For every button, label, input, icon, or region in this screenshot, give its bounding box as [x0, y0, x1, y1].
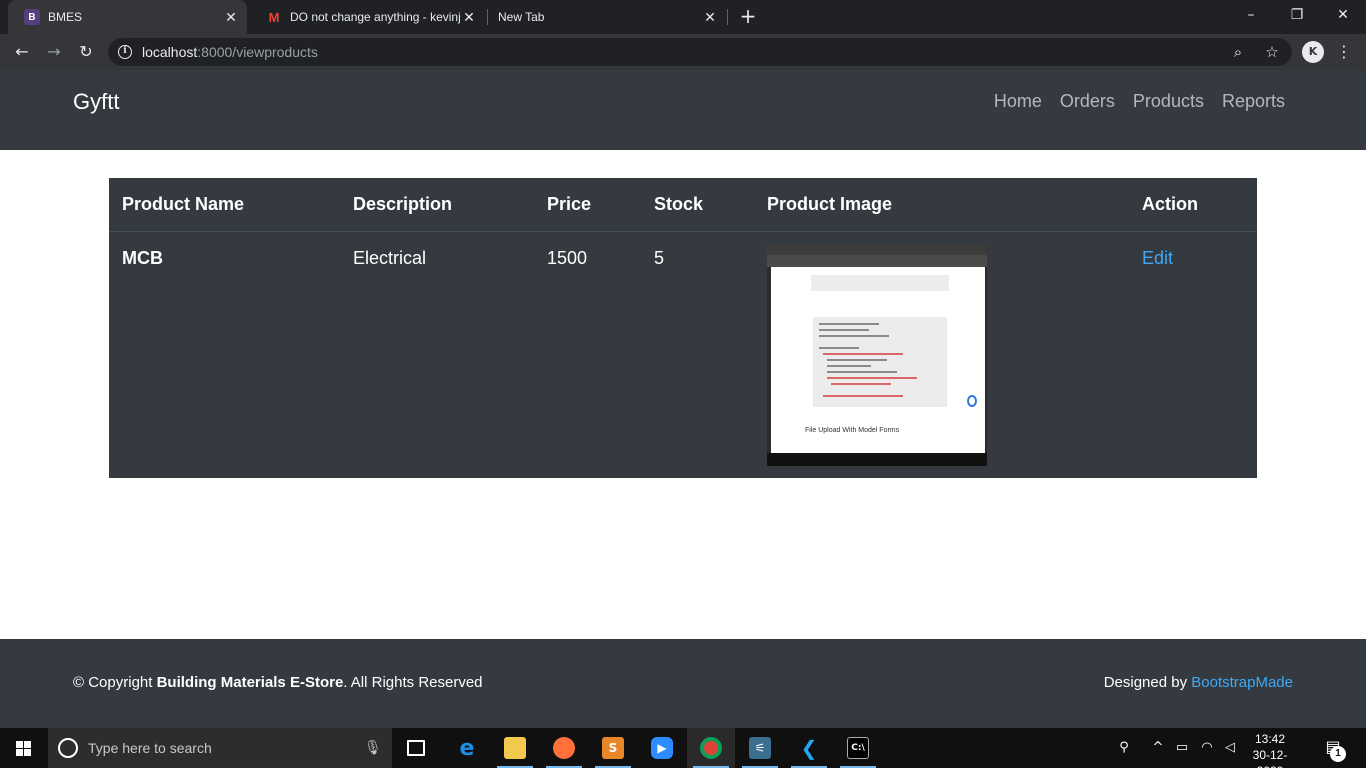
close-tab-icon[interactable]: ✕	[461, 9, 477, 25]
close-window-icon[interactable]: ✕	[1320, 0, 1366, 30]
product-name-cell: MCB	[122, 247, 163, 268]
zoom-app-icon[interactable]: ▶	[638, 728, 686, 768]
firefox-icon[interactable]	[540, 728, 588, 768]
col-product-name: Product Name	[109, 178, 340, 232]
product-image-thumbnail: File Upload With Model Forms	[767, 244, 987, 466]
wifi-icon[interactable]: ◠	[1196, 728, 1218, 768]
nav-orders[interactable]: Orders	[1060, 91, 1115, 112]
microphone-icon[interactable]: 🎙	[364, 738, 382, 758]
tab-gmail[interactable]: M DO not change anything - kevinj ✕	[250, 0, 485, 34]
forward-arrow-icon[interactable]: →	[42, 40, 66, 64]
restore-window-icon[interactable]: ❐	[1274, 0, 1320, 30]
close-tab-icon[interactable]: ✕	[702, 9, 718, 25]
credits-text: Designed by BootstrapMade	[1103, 674, 1293, 691]
file-explorer-icon[interactable]	[491, 728, 539, 768]
sublime-text-icon[interactable]: S	[589, 728, 637, 768]
close-tab-icon[interactable]: ✕	[223, 9, 239, 25]
tab-bmes[interactable]: B BMES ✕	[8, 0, 247, 34]
taskbar-search-box[interactable]: Type here to search 🎙	[48, 728, 392, 768]
products-table: Product Name Description Price Stock Pro…	[109, 178, 1257, 477]
search-placeholder: Type here to search	[88, 740, 212, 756]
action-cell: Edit	[1129, 231, 1257, 477]
col-product-image: Product Image	[754, 178, 1129, 232]
address-bar[interactable]: i localhost:8000/viewproducts ⌕ ☆	[108, 38, 1292, 66]
cortana-icon	[58, 738, 78, 758]
notification-badge: 1	[1330, 746, 1346, 762]
edit-link[interactable]: Edit	[1142, 248, 1173, 268]
command-prompt-icon[interactable]: C:\	[834, 728, 882, 768]
start-button[interactable]	[0, 728, 48, 768]
thumbnail-caption: File Upload With Model Forms	[805, 426, 900, 434]
product-image-cell: File Upload With Model Forms	[754, 231, 1129, 477]
nav-home[interactable]: Home	[994, 91, 1042, 112]
description-cell: Electrical	[353, 247, 427, 268]
profile-avatar-icon[interactable]: K	[1302, 41, 1324, 63]
taskbar-clock[interactable]: 13:42 30-12-2020	[1240, 731, 1300, 779]
col-description: Description	[340, 178, 534, 232]
menu-dots-icon[interactable]: ⋮	[1334, 41, 1354, 63]
thumbnail-logo-icon	[967, 394, 977, 407]
stock-cell: 5	[654, 247, 665, 268]
reload-icon[interactable]: ↻	[74, 40, 98, 64]
gmail-favicon-icon: M	[268, 9, 280, 25]
zoom-icon[interactable]: ⌕	[1228, 42, 1248, 62]
chrome-icon[interactable]	[687, 728, 735, 768]
col-action: Action	[1129, 178, 1257, 232]
col-stock: Stock	[641, 178, 754, 232]
tab-divider	[727, 9, 728, 25]
battery-icon[interactable]: ▭	[1172, 728, 1192, 768]
vscode-icon[interactable]: ❮	[785, 728, 833, 768]
windows-logo-icon	[16, 741, 32, 756]
edge-icon[interactable]: e	[443, 728, 491, 768]
tab-title: DO not change anything - kevinj	[290, 10, 461, 24]
site-footer: © Copyright Building Materials E-Store. …	[0, 639, 1366, 728]
browser-toolbar: ← → ↻ i localhost:8000/viewproducts ⌕ ☆ …	[0, 34, 1366, 70]
tab-new-tab[interactable]: New Tab ✕	[488, 0, 726, 34]
tab-title: BMES	[48, 10, 83, 24]
company-name: Building Materials E-Store	[156, 674, 344, 691]
designer-link[interactable]: BootstrapMade	[1191, 674, 1293, 691]
tab-title: New Tab	[498, 10, 545, 24]
table-row: MCB Electrical 1500 5 File Upload With M…	[109, 231, 1257, 477]
back-arrow-icon[interactable]: ←	[10, 40, 34, 64]
windows-taskbar: Type here to search 🎙 e S ▶ ⚟ ❮ C:\ ⚲ ^ …	[0, 728, 1366, 778]
nav-reports[interactable]: Reports	[1222, 91, 1285, 112]
bootstrap-favicon-icon: B	[24, 9, 40, 25]
task-view-icon[interactable]	[392, 728, 440, 768]
nav-products[interactable]: Products	[1133, 91, 1204, 112]
url-text[interactable]: localhost:8000/viewproducts	[142, 44, 318, 60]
people-icon[interactable]: ⚲	[1112, 728, 1136, 768]
new-tab-plus-icon[interactable]: +	[737, 5, 759, 27]
products-table-container: Product Name Description Price Stock Pro…	[109, 178, 1257, 478]
show-hidden-icons-icon[interactable]: ^	[1148, 728, 1168, 768]
bookmark-star-icon[interactable]: ☆	[1262, 42, 1282, 62]
clock-date: 30-12-2020	[1252, 748, 1288, 778]
browser-tab-strip: B BMES ✕ M DO not change anything - kevi…	[0, 0, 1366, 34]
volume-icon[interactable]: ◁	[1220, 728, 1240, 768]
minimize-window-icon[interactable]: –	[1228, 0, 1274, 30]
clock-time: 13:42	[1254, 732, 1286, 746]
mysql-workbench-icon[interactable]: ⚟	[736, 728, 784, 768]
main-nav: Home Orders Products Reports	[994, 91, 1285, 112]
site-header: Gyftt Home Orders Products Reports	[0, 70, 1366, 150]
copyright-text: © Copyright Building Materials E-Store. …	[73, 674, 483, 691]
site-info-icon[interactable]: i	[118, 45, 132, 59]
price-cell: 1500	[547, 247, 588, 268]
col-price: Price	[534, 178, 641, 232]
brand-logo[interactable]: Gyftt	[73, 89, 119, 115]
table-header-row: Product Name Description Price Stock Pro…	[109, 178, 1257, 232]
